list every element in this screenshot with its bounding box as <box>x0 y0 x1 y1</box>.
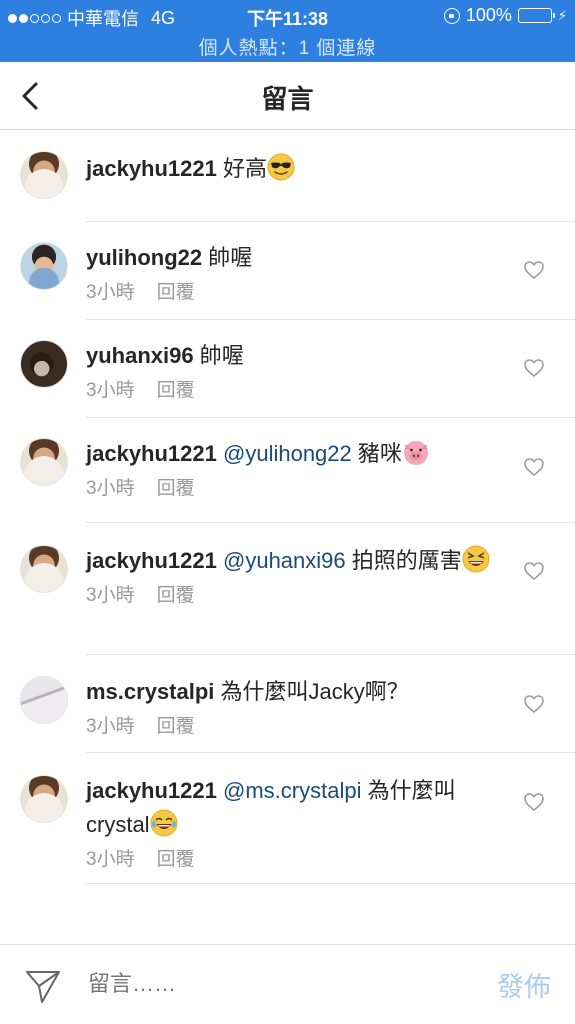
comment-text: ms.crystalpi 為什麼叫Jacky啊？ <box>86 675 505 709</box>
page-title: 留言 <box>261 84 314 114</box>
comment-text: yulihong22 帥喔 <box>86 241 505 275</box>
comment-timestamp: 3小時 <box>86 849 135 870</box>
avatar[interactable] <box>20 151 68 199</box>
comment-timestamp: 3小時 <box>86 282 135 303</box>
status-bar: 中華電信 4G 下午11:38 100% ⚡ 個人熱點：1 個連線 <box>0 0 575 62</box>
comment-body: jackyhu1221 好高 <box>86 151 575 222</box>
mention-link[interactable]: @yulihong22 <box>223 441 352 466</box>
mention-link[interactable]: @yuhanxi96 <box>223 548 346 573</box>
comment-text: jackyhu1221 @ms.crystalpi 為什麼叫crystal <box>86 774 505 842</box>
comment-text: jackyhu1221 @yulihong22 豬咪 <box>86 437 505 471</box>
comment-row: jackyhu1221 @ms.crystalpi 為什麼叫crystal 3小時… <box>0 753 575 884</box>
like-heart-icon[interactable] <box>523 791 545 813</box>
comment-username[interactable]: jackyhu1221 <box>86 778 217 803</box>
reply-button[interactable]: 回覆 <box>157 478 195 499</box>
comment-username[interactable]: jackyhu1221 <box>86 156 217 181</box>
direct-send-icon[interactable] <box>24 967 62 1005</box>
comment-meta: 3小時 回覆 <box>86 375 505 402</box>
reply-button[interactable]: 回覆 <box>157 849 195 870</box>
comment-text: yuhanxi96 帥喔 <box>86 339 505 373</box>
comment-message: 帥喔 <box>199 343 244 368</box>
laughing-emoji-icon <box>462 545 490 573</box>
comment-timestamp: 3小時 <box>86 478 135 499</box>
avatar[interactable] <box>20 340 68 388</box>
comment-username[interactable]: yuhanxi96 <box>86 343 194 368</box>
rotation-lock-icon <box>443 7 460 24</box>
comment-message: 拍照的厲害 <box>351 548 462 573</box>
charging-icon: ⚡ <box>557 7 567 23</box>
comment-row: jackyhu1221 好高 <box>0 130 575 222</box>
comment-input[interactable] <box>88 971 448 997</box>
comment-timestamp: 3小時 <box>86 380 135 401</box>
comment-body: yuhanxi96 帥喔 3小時 回覆 <box>86 340 575 418</box>
avatar[interactable] <box>20 775 68 823</box>
like-heart-icon[interactable] <box>523 259 545 281</box>
pig-emoji-icon <box>402 438 430 466</box>
comment-username[interactable]: jackyhu1221 <box>86 548 217 573</box>
reply-button[interactable]: 回覆 <box>157 716 195 737</box>
battery-icon <box>517 8 555 23</box>
comment-body: jackyhu1221 @ms.crystalpi 為什麼叫crystal 3小時… <box>86 775 575 884</box>
comment-username[interactable]: jackyhu1221 <box>86 441 217 466</box>
comment-timestamp: 3小時 <box>86 716 135 737</box>
comment-message: 好高 <box>223 156 268 181</box>
sunglasses-emoji-icon <box>267 153 295 181</box>
comment-body: jackyhu1221 @yulihong22 豬咪 3小時 回覆 <box>86 438 575 523</box>
like-heart-icon[interactable] <box>523 693 545 715</box>
comment-row: jackyhu1221 @yuhanxi96 拍照的厲害 3小時 回覆 <box>0 523 575 655</box>
reply-button[interactable]: 回覆 <box>157 380 195 401</box>
post-button[interactable]: 發佈 <box>497 965 551 1004</box>
like-heart-icon[interactable] <box>523 456 545 478</box>
tears-of-joy-emoji-icon <box>150 809 178 837</box>
mention-link[interactable]: @ms.crystalpi <box>223 778 361 803</box>
comment-row: yuhanxi96 帥喔 3小時 回覆 <box>0 320 575 418</box>
comment-body: ms.crystalpi 為什麼叫Jacky啊？ 3小時 回覆 <box>86 676 575 753</box>
comment-meta: 3小時 回覆 <box>86 844 505 871</box>
hotspot-banner[interactable]: 個人熱點：1 個連線 <box>0 33 575 60</box>
reply-button[interactable]: 回覆 <box>157 585 195 606</box>
comment-text: jackyhu1221 好高 <box>86 152 505 186</box>
comment-text: jackyhu1221 @yuhanxi96 拍照的厲害 <box>86 544 505 578</box>
comment-row: yulihong22 帥喔 3小時 回覆 <box>0 222 575 320</box>
like-heart-icon[interactable] <box>523 560 545 582</box>
battery-percent: 100% <box>465 5 512 25</box>
comment-body: jackyhu1221 @yuhanxi96 拍照的厲害 3小時 回覆 <box>86 545 575 655</box>
comment-username[interactable]: ms.crystalpi <box>86 679 214 704</box>
comment-meta: 3小時 回覆 <box>86 580 505 607</box>
like-heart-icon[interactable] <box>523 357 545 379</box>
comment-message: 帥喔 <box>208 245 253 270</box>
comment-message: 為什麼叫Jacky啊？ <box>220 679 409 704</box>
comment-meta: 3小時 回覆 <box>86 711 505 738</box>
comment-meta: 3小時 回覆 <box>86 473 505 500</box>
comment-row: jackyhu1221 @yulihong22 豬咪 3小時 回覆 <box>0 418 575 523</box>
comment-timestamp: 3小時 <box>86 585 135 606</box>
reply-button[interactable]: 回覆 <box>157 282 195 303</box>
nav-bar: 留言 <box>0 62 575 130</box>
comment-body: yulihong22 帥喔 3小時 回覆 <box>86 242 575 320</box>
comment-composer: 發佈 <box>0 944 575 1024</box>
comment-message: 豬咪 <box>357 441 402 466</box>
avatar[interactable] <box>20 438 68 486</box>
comment-meta: 3小時 回覆 <box>86 277 505 304</box>
comment-row: ms.crystalpi 為什麼叫Jacky啊？ 3小時 回覆 <box>0 655 575 753</box>
avatar[interactable] <box>20 545 68 593</box>
avatar[interactable] <box>20 676 68 724</box>
comment-username[interactable]: yulihong22 <box>86 245 202 270</box>
avatar[interactable] <box>20 242 68 290</box>
